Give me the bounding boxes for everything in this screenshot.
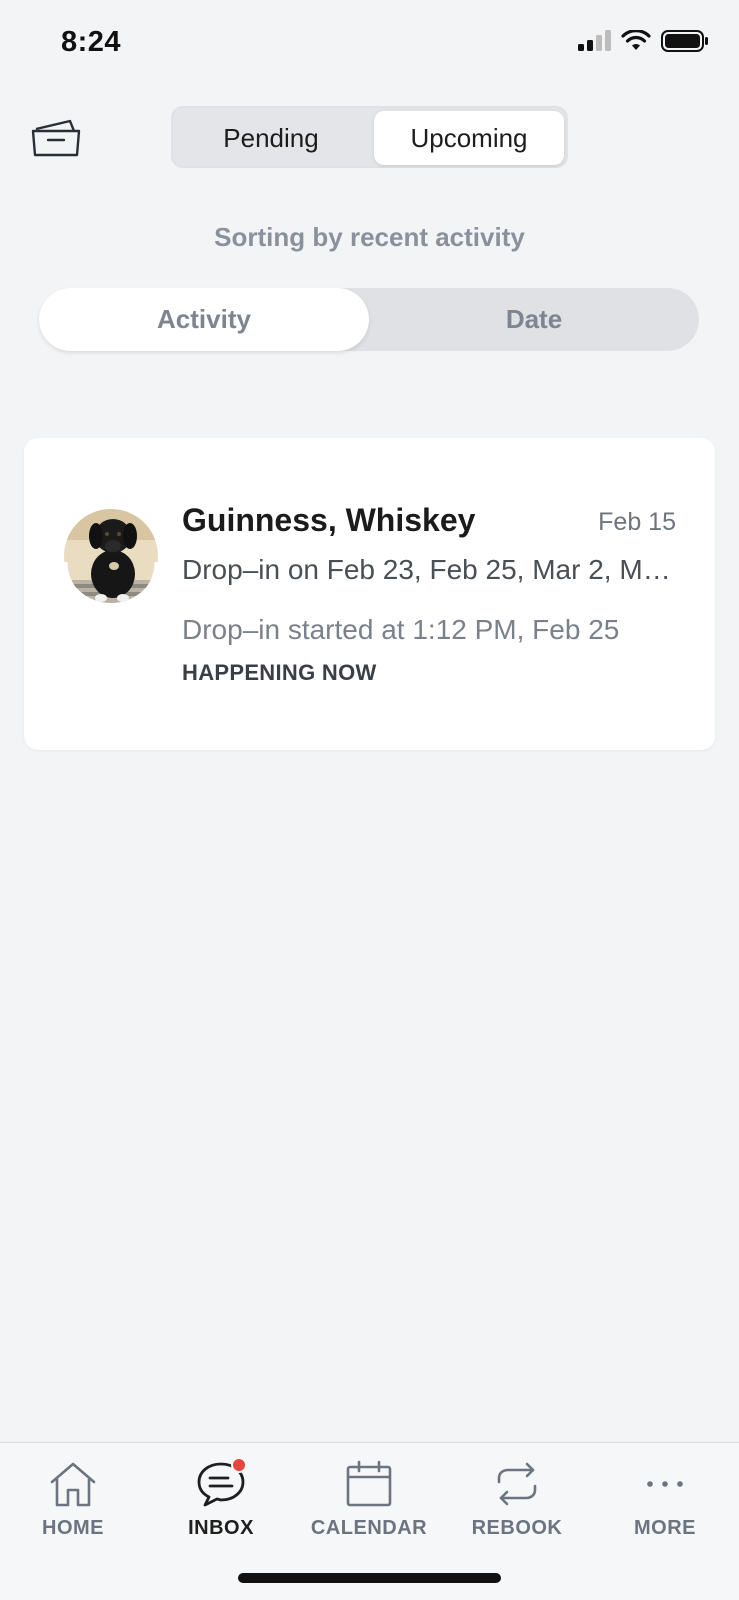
tab-more-label: MORE [634, 1517, 696, 1539]
status-time: 8:24 [61, 26, 122, 58]
booking-status-text: Drop–in started at 1:12 PM, Feb 25 [182, 614, 620, 645]
booking-status-badge: HAPPENING NOW [182, 660, 377, 685]
booking-segmented-control: Pending Upcoming [171, 106, 568, 168]
tab-rebook-label: REBOOK [471, 1517, 563, 1539]
archive-button[interactable] [30, 115, 82, 159]
calendar-icon [346, 1460, 392, 1507]
sort-option-date[interactable]: Date [369, 288, 699, 351]
pet-avatar [63, 500, 159, 612]
sort-toggle: Activity Date [39, 288, 699, 351]
booking-date: Feb 15 [598, 508, 676, 536]
more-icon [647, 1481, 683, 1487]
tab-calendar-label: CALENDAR [310, 1517, 428, 1539]
tab-more[interactable]: MORE [605, 1457, 725, 1557]
status-bar: 8:24 [0, 0, 739, 90]
booking-pet-names: Guinness, Whiskey [182, 502, 476, 538]
home-icon [50, 1462, 96, 1507]
tab-home-label: HOME [42, 1517, 104, 1539]
home-indicator [238, 1573, 501, 1583]
repeat-icon [497, 1462, 537, 1506]
tab-inbox[interactable]: INBOX [161, 1457, 281, 1557]
cellular-signal-icon [578, 30, 611, 51]
tab-calendar[interactable]: CALENDAR [309, 1457, 429, 1557]
tab-inbox-label: INBOX [188, 1517, 254, 1539]
booking-schedule: Drop–in on Feb 23, Feb 25, Mar 2, Mar 4 [182, 554, 672, 585]
battery-icon [661, 30, 708, 52]
unread-dot [231, 1457, 247, 1473]
segment-upcoming[interactable]: Upcoming [374, 111, 564, 165]
tab-home[interactable]: HOME [13, 1457, 133, 1557]
sort-option-activity[interactable]: Activity [39, 288, 369, 351]
booking-card[interactable]: Guinness, Whiskey Feb 15 Drop–in on Feb … [24, 438, 715, 750]
status-icons [577, 30, 709, 52]
wifi-icon [621, 30, 651, 50]
archive-icon [31, 119, 81, 157]
sort-label: Sorting by recent activity [214, 222, 525, 252]
segment-pending[interactable]: Pending [176, 111, 366, 165]
tab-rebook[interactable]: REBOOK [457, 1457, 577, 1557]
